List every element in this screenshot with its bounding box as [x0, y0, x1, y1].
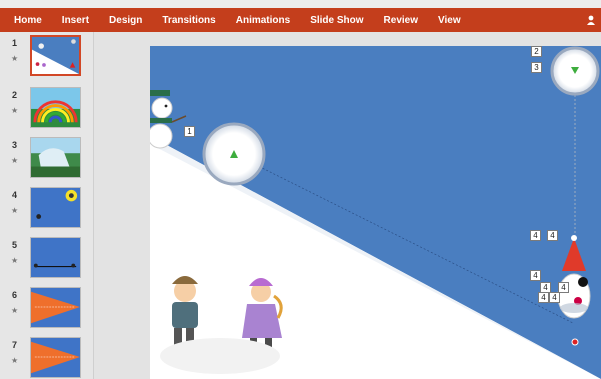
- animation-order-badge[interactable]: 4: [530, 230, 541, 241]
- slide-editing-canvas[interactable]: 1 2 3 4 4 4 4 4 4 4: [95, 32, 601, 379]
- animation-order-badge[interactable]: 2: [531, 46, 542, 57]
- slide-thumbnail[interactable]: [30, 35, 81, 76]
- title-bar: [0, 0, 601, 8]
- animation-star-icon: ★: [11, 54, 19, 63]
- animation-star-icon: ★: [11, 106, 19, 115]
- thumbnail-row-2[interactable]: 2 ★: [0, 87, 94, 133]
- ribbon-tab-bar: Home Insert Design Transitions Animation…: [0, 8, 601, 32]
- user-icon[interactable]: [587, 15, 595, 25]
- animation-order-badge[interactable]: 4: [547, 230, 558, 241]
- animation-star-icon: ★: [11, 356, 19, 365]
- slide-number: 1: [12, 38, 18, 48]
- motion-path-end-dot: [571, 338, 579, 346]
- slide-number: 3: [12, 140, 18, 150]
- slide-thumbnail[interactable]: [30, 337, 81, 378]
- slide-number: 4: [12, 190, 18, 200]
- animation-star-icon: ★: [11, 256, 19, 265]
- animation-order-badge[interactable]: 3: [531, 62, 542, 73]
- tab-insert[interactable]: Insert: [62, 15, 89, 26]
- slide-number: 2: [12, 90, 18, 100]
- tab-review[interactable]: Review: [384, 15, 418, 26]
- tab-transitions[interactable]: Transitions: [162, 15, 215, 26]
- slide-number: 5: [12, 240, 18, 250]
- powerpoint-window: Home Insert Design Transitions Animation…: [0, 0, 601, 379]
- tab-slide-show[interactable]: Slide Show: [310, 15, 363, 26]
- thumbnail-row-6[interactable]: 6 ★: [0, 287, 94, 333]
- slide-number: 6: [12, 290, 18, 300]
- slide-number: 7: [12, 340, 18, 350]
- slide-thumbnail[interactable]: [30, 87, 81, 128]
- tab-animations[interactable]: Animations: [236, 15, 290, 26]
- thumbnail-row-3[interactable]: 3 ★: [0, 137, 94, 183]
- slide-thumbnail[interactable]: [30, 137, 81, 178]
- slide-artwork: [150, 46, 601, 379]
- slide-thumbnail-pane: 1 ★ 2 ★ 3 ★ 4 ★ 5 ★ 6 ★ 7 ★: [0, 32, 94, 379]
- slide-thumbnail[interactable]: [30, 237, 81, 278]
- kids-illustration: [160, 276, 283, 374]
- blue-sky-shape: [150, 46, 601, 379]
- tab-design[interactable]: Design: [109, 15, 142, 26]
- animation-order-badge[interactable]: 4: [549, 292, 560, 303]
- animation-star-icon: ★: [11, 306, 19, 315]
- tab-view[interactable]: View: [438, 15, 461, 26]
- thumbnail-row-7[interactable]: 7 ★: [0, 337, 94, 379]
- thumbnail-row-4[interactable]: 4 ★: [0, 187, 94, 233]
- tab-home[interactable]: Home: [14, 15, 42, 26]
- slide-thumbnail[interactable]: [30, 287, 81, 328]
- animation-order-badge[interactable]: 4: [538, 292, 549, 303]
- animation-star-icon: ★: [11, 206, 19, 215]
- animation-order-badge[interactable]: 4: [530, 270, 541, 281]
- animation-order-badge[interactable]: 1: [184, 126, 195, 137]
- animation-star-icon: ★: [11, 156, 19, 165]
- slide[interactable]: 1 2 3 4 4 4 4 4 4 4: [150, 46, 601, 379]
- slide-thumbnail[interactable]: [30, 187, 81, 228]
- thumbnail-row-1[interactable]: 1 ★: [0, 35, 94, 81]
- thumbnail-row-5[interactable]: 5 ★: [0, 237, 94, 283]
